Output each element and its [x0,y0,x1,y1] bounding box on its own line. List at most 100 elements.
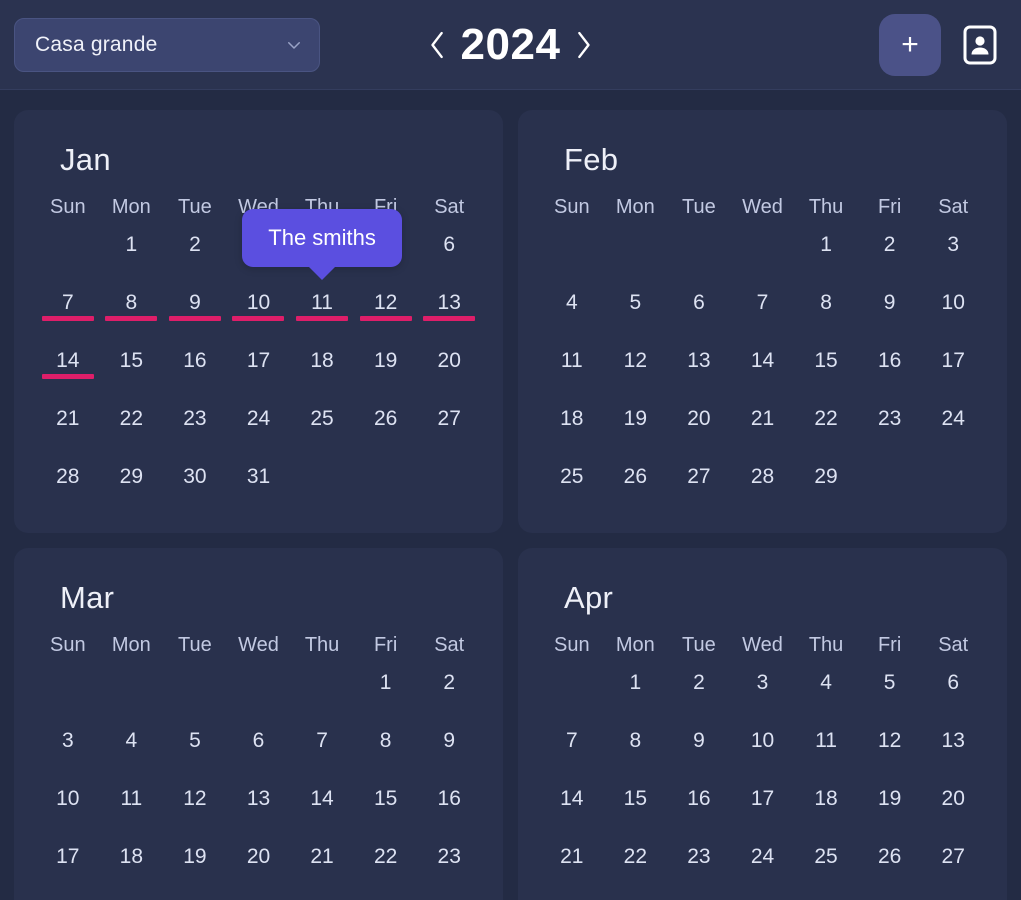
day-cell[interactable]: 11 [100,779,164,837]
venue-select[interactable]: Casa grande [14,17,320,72]
day-cell[interactable]: 25 [540,457,604,515]
day-cell[interactable]: 10 [36,779,100,837]
day-cell[interactable]: 10 [731,721,795,779]
day-cell[interactable]: 1 [100,225,164,283]
day-cell[interactable]: 30 [163,457,227,515]
day-cell[interactable]: 2 [858,225,922,283]
day-cell[interactable]: 24 [227,399,291,457]
day-cell[interactable]: 30 [667,895,731,900]
day-cell[interactable]: 8 [354,721,418,779]
day-cell[interactable]: 17 [36,837,100,895]
day-cell[interactable]: 10 [227,283,291,341]
day-cell[interactable]: 19 [604,399,668,457]
day-cell[interactable]: 14 [290,779,354,837]
day-cell[interactable]: 6 [921,663,985,721]
day-cell[interactable]: 16 [417,779,481,837]
day-cell[interactable]: 16 [667,779,731,837]
day-cell[interactable]: 29 [100,457,164,515]
day-cell[interactable]: 5 [604,283,668,341]
day-cell[interactable]: 15 [604,779,668,837]
day-cell[interactable]: 3 [36,721,100,779]
day-cell[interactable]: 11 [290,283,354,341]
day-cell[interactable]: 2 [163,225,227,283]
day-cell[interactable]: 9 [667,721,731,779]
day-cell[interactable]: 6 [227,721,291,779]
day-cell[interactable]: 11 [794,721,858,779]
next-year-button[interactable] [566,23,600,67]
day-cell[interactable]: 25 [794,837,858,895]
day-cell[interactable]: 13 [667,341,731,399]
day-cell[interactable]: 25 [100,895,164,900]
prev-year-button[interactable] [421,23,455,67]
day-cell[interactable]: 6 [667,283,731,341]
day-cell[interactable]: 9 [417,721,481,779]
day-cell[interactable]: 29 [794,457,858,515]
day-cell[interactable]: 1 [604,663,668,721]
contacts-button[interactable] [957,22,1003,68]
day-cell[interactable]: 10 [921,283,985,341]
day-cell[interactable]: 25 [290,399,354,457]
day-cell[interactable]: 26 [163,895,227,900]
day-cell[interactable]: 23 [163,399,227,457]
day-cell[interactable]: 13 [417,283,481,341]
day-cell[interactable]: 17 [227,341,291,399]
day-cell[interactable]: 12 [858,721,922,779]
day-cell[interactable]: 4 [794,663,858,721]
day-cell[interactable]: 22 [794,399,858,457]
day-cell[interactable]: 19 [858,779,922,837]
day-cell[interactable]: 29 [604,895,668,900]
day-cell[interactable]: 26 [858,837,922,895]
day-cell[interactable]: 3 [731,663,795,721]
day-cell[interactable]: 22 [604,837,668,895]
day-cell[interactable]: 26 [354,399,418,457]
day-cell[interactable]: 13 [227,779,291,837]
day-cell[interactable]: 2 [417,663,481,721]
day-cell[interactable]: 12 [604,341,668,399]
day-cell[interactable]: 31 [227,457,291,515]
day-cell[interactable]: 27 [667,457,731,515]
day-cell[interactable]: 22 [354,837,418,895]
day-cell[interactable]: 2 [667,663,731,721]
day-cell[interactable]: 14 [731,341,795,399]
add-event-button[interactable]: + [879,13,941,76]
day-cell[interactable]: 28 [731,457,795,515]
day-cell[interactable]: 8 [604,721,668,779]
day-cell[interactable]: 5 [163,721,227,779]
day-cell[interactable]: 18 [290,341,354,399]
day-cell[interactable]: 18 [540,399,604,457]
day-cell[interactable]: 29 [354,895,418,900]
day-cell[interactable]: 7 [36,283,100,341]
day-cell[interactable]: 15 [100,341,164,399]
day-cell[interactable]: 24 [921,399,985,457]
day-cell[interactable]: 18 [100,837,164,895]
day-cell[interactable]: 19 [354,341,418,399]
day-cell[interactable]: 24 [36,895,100,900]
day-cell[interactable]: 7 [540,721,604,779]
day-cell[interactable]: 18 [794,779,858,837]
day-cell[interactable]: 21 [290,837,354,895]
day-cell[interactable]: 16 [163,341,227,399]
day-cell[interactable]: 24 [731,837,795,895]
day-cell[interactable]: 26 [604,457,668,515]
day-cell[interactable]: 15 [354,779,418,837]
day-cell[interactable]: 17 [731,779,795,837]
day-cell[interactable]: 8 [100,283,164,341]
day-cell[interactable]: 9 [858,283,922,341]
day-cell[interactable]: 7 [731,283,795,341]
day-cell[interactable]: 12 [163,779,227,837]
day-cell[interactable]: 21 [540,837,604,895]
day-cell[interactable]: 8 [794,283,858,341]
day-cell[interactable]: 1 [354,663,418,721]
day-cell[interactable]: 19 [163,837,227,895]
day-cell[interactable]: 14 [540,779,604,837]
day-cell[interactable]: 4 [540,283,604,341]
day-cell[interactable]: 5 [858,663,922,721]
day-cell[interactable]: 14 [36,341,100,399]
day-cell[interactable]: 22 [100,399,164,457]
day-cell[interactable]: 28 [290,895,354,900]
day-cell[interactable]: 3 [921,225,985,283]
day-cell[interactable]: 11 [540,341,604,399]
day-cell[interactable]: 9 [163,283,227,341]
day-cell[interactable]: 4 [100,721,164,779]
day-cell[interactable]: 23 [858,399,922,457]
